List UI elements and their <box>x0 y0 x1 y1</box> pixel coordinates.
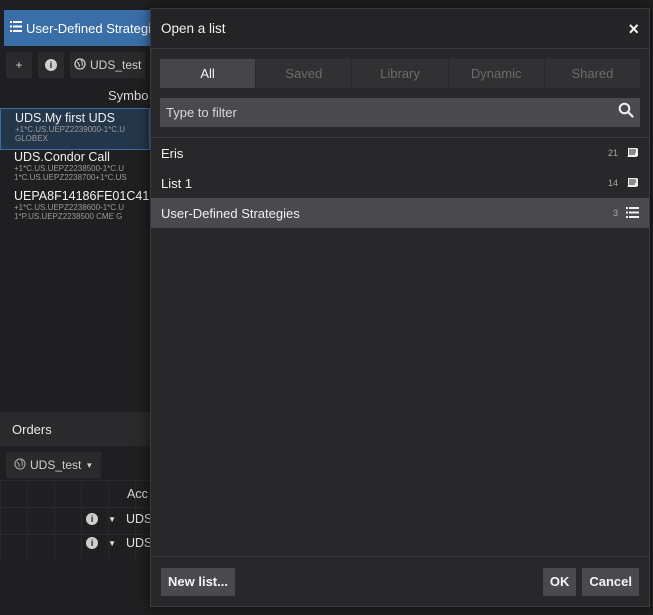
row-symbol: UEPA8F14186FE01C41 <box>14 189 150 203</box>
watchlist-tab-label: User-Defined Strategie <box>26 20 150 36</box>
account-column-header[interactable]: Acc <box>127 487 148 501</box>
list-source-tabs: All Saved Library Dynamic Shared <box>160 59 640 88</box>
book-icon <box>626 176 639 191</box>
account-selector-label: UDS_test <box>90 58 142 72</box>
list-item-user-defined-strategies[interactable]: User-Defined Strategies 3 <box>151 198 649 228</box>
open-list-dialog: Open a list × All Saved Library Dynamic … <box>150 8 650 607</box>
order-row[interactable]: i ▼ UDS <box>0 508 150 530</box>
book-icon <box>626 146 639 161</box>
new-list-button[interactable]: New list... <box>161 567 235 596</box>
orders-account-selector[interactable]: UDS_test ▼ <box>6 452 102 478</box>
list-item-list-1[interactable]: List 1 14 <box>151 168 649 198</box>
list-item-count: 3 <box>612 208 618 218</box>
filter-box <box>160 98 640 127</box>
list-item-meta: 3 <box>613 206 639 221</box>
list-item-meta: 21 <box>608 146 639 161</box>
info-icon[interactable]: i <box>86 513 99 525</box>
watchlist-row[interactable]: UDS.My first UDS +1*C.US.UEPZ2239000-1*C… <box>0 108 150 150</box>
filter-input[interactable] <box>166 105 586 120</box>
row-detail: 1*C.US.UEPZ2238700+1*C.US <box>14 173 127 182</box>
info-icon: i <box>45 59 57 71</box>
watchlist-tab[interactable]: User-Defined Strategie <box>4 10 150 46</box>
list-item-name: User-Defined Strategies <box>161 205 300 221</box>
list-item-eris[interactable]: Eris 21 <box>151 138 649 168</box>
list-icon <box>626 206 639 221</box>
row-detail: 1*P.US.UEPZ2238500 CME G <box>14 212 123 221</box>
list-item-count: 21 <box>607 148 618 158</box>
row-detail: +1*C.US.UEPZ2239000-1*C.U <box>15 125 126 134</box>
symbol-column-header[interactable]: Symbo <box>108 88 148 103</box>
caret-down-icon: ▼ <box>85 460 94 470</box>
caret-down-icon[interactable]: ▼ <box>108 539 116 548</box>
tab-library[interactable]: Library <box>352 59 449 88</box>
search-icon[interactable] <box>618 102 634 123</box>
list-item-meta: 14 <box>608 176 639 191</box>
watchlist-toolbar: + i UDS_test <box>0 50 150 80</box>
tab-saved[interactable]: Saved <box>256 59 353 88</box>
list-icon <box>10 21 22 35</box>
order-account: UDS <box>126 536 150 550</box>
order-account: UDS <box>126 512 150 526</box>
watchlist-row[interactable]: UDS.Condor Call +1*C.US.UEPZ2238500-1*C.… <box>0 150 150 190</box>
info-icon[interactable]: i <box>86 537 99 549</box>
info-button[interactable]: i <box>38 52 64 78</box>
caret-down-icon[interactable]: ▼ <box>108 515 116 524</box>
close-icon[interactable]: × <box>628 20 639 38</box>
order-row[interactable]: i ▼ UDS <box>0 532 150 554</box>
row-detail: +1*C.US.UEPZ2238600-1*C.U <box>14 203 125 212</box>
row-detail: +1*C.US.UEPZ2238500-1*C.U <box>14 164 125 173</box>
row-symbol: UDS.Condor Call <box>14 150 110 164</box>
watchlist-row[interactable]: UEPA8F14186FE01C41 +1*C.US.UEPZ2238600-1… <box>0 189 150 229</box>
dialog-actions: OK Cancel <box>542 567 639 596</box>
plus-icon: + <box>15 58 23 72</box>
list-item-name: List 1 <box>161 175 193 191</box>
row-symbol: UDS.My first UDS <box>15 111 115 125</box>
tab-dynamic[interactable]: Dynamic <box>449 59 545 88</box>
lists: Eris 21 List 1 14 User-Defined Strategie… <box>151 138 649 228</box>
dialog-footer: New list... OK Cancel <box>151 556 649 606</box>
globe-icon <box>74 57 86 73</box>
cancel-button[interactable]: Cancel <box>582 567 639 596</box>
tab-shared[interactable]: Shared <box>545 59 640 88</box>
orders-panel-header: Orders <box>0 412 150 446</box>
orders-account-label: UDS_test <box>30 458 82 472</box>
dialog-header: Open a list × <box>151 9 649 49</box>
account-selector-button[interactable]: UDS_test <box>70 52 146 78</box>
dialog-title: Open a list <box>161 21 226 36</box>
tab-all[interactable]: All <box>160 59 257 88</box>
ok-button[interactable]: OK <box>542 567 577 596</box>
orders-title: Orders <box>12 421 52 437</box>
add-button[interactable]: + <box>6 52 32 78</box>
list-item-name: Eris <box>161 145 184 161</box>
row-detail: GLOBEX <box>15 134 48 143</box>
list-item-count: 14 <box>607 178 618 188</box>
globe-icon <box>14 457 26 473</box>
